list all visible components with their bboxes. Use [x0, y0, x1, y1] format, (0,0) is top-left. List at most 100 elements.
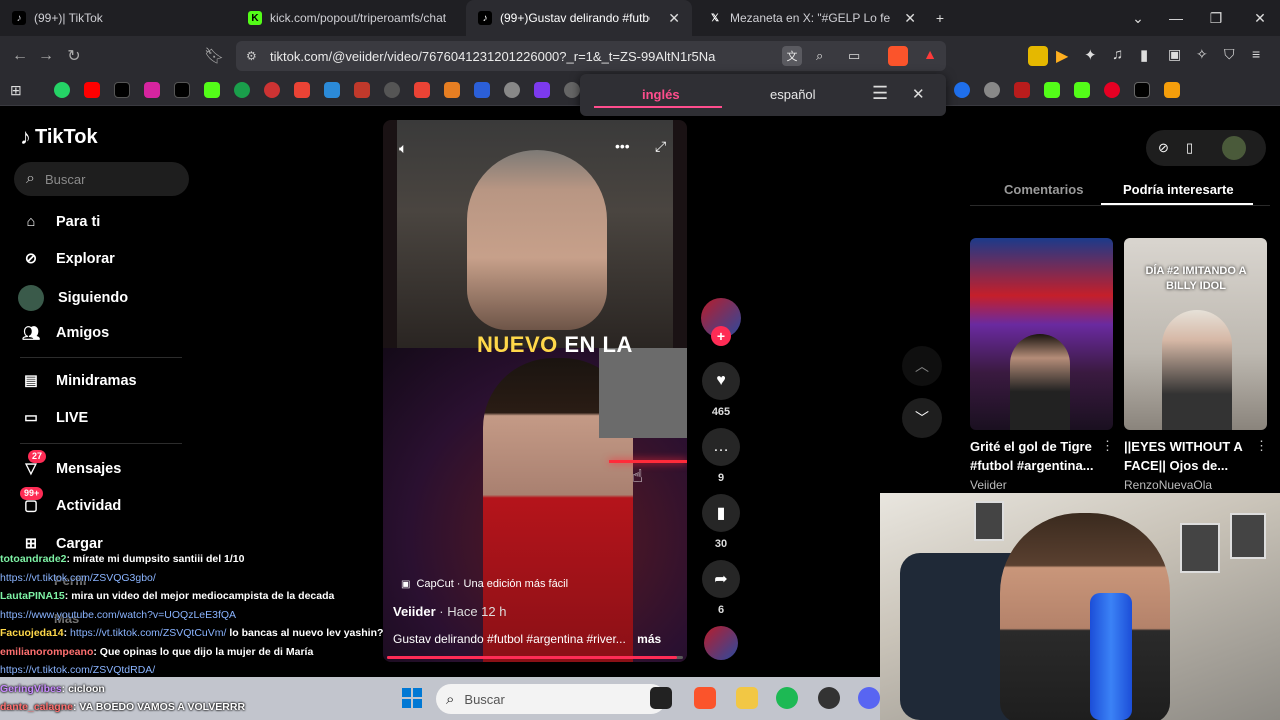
- taskbar-search-input[interactable]: ⌕ Buscar: [436, 684, 666, 714]
- instagram-icon[interactable]: [144, 82, 160, 98]
- save-button[interactable]: ▮ 30: [701, 494, 741, 550]
- menu-icon[interactable]: ≡: [1252, 46, 1272, 66]
- restore-button[interactable]: ❐: [1196, 0, 1236, 36]
- obs-icon[interactable]: [818, 687, 840, 709]
- discord-icon[interactable]: [858, 687, 880, 709]
- close-window-button[interactable]: ✕: [1240, 0, 1280, 36]
- reload-icon[interactable]: ↻: [62, 44, 86, 68]
- more-options-icon[interactable]: •••: [615, 138, 630, 154]
- zoom-icon[interactable]: ⌕: [816, 48, 823, 64]
- spotify-icon[interactable]: [776, 687, 798, 709]
- bookmark-icon[interactable]: [354, 82, 370, 98]
- translate-lang-target[interactable]: español: [770, 87, 816, 102]
- bookmark-icon[interactable]: [564, 82, 580, 98]
- cast-icon[interactable]: ▭: [848, 48, 860, 64]
- nav-item-siguiendo[interactable]: Siguiendo: [18, 285, 128, 311]
- capcut-tag[interactable]: ▣ CapCut · Una edición más fácil: [401, 578, 568, 590]
- fullscreen-icon[interactable]: ⤢: [655, 138, 666, 155]
- close-icon[interactable]: ✕: [912, 85, 925, 103]
- gmail-icon[interactable]: [414, 82, 430, 98]
- nav-item-mensajes[interactable]: ▽ 27 Mensajes: [20, 450, 121, 480]
- suggested-video-card[interactable]: DÍA #2 IMITANDO A BILLY IDOL: [1124, 238, 1267, 430]
- compass-icon[interactable]: ⊘: [1158, 140, 1169, 156]
- tab-kick-chat[interactable]: K kick.com/popout/triperoamfs/chat: [236, 0, 464, 36]
- music-icon[interactable]: ♫: [1112, 46, 1132, 66]
- whatsapp-icon[interactable]: [54, 82, 70, 98]
- suggested-video-card[interactable]: [970, 238, 1113, 430]
- forward-arrow-icon[interactable]: →: [34, 44, 58, 68]
- tab-tiktok[interactable]: ♪ (99+)| TikTok: [0, 0, 236, 36]
- share-button[interactable]: ➦ 6: [701, 560, 741, 616]
- translate-menu-icon[interactable]: ☰: [872, 83, 888, 104]
- profile-avatar[interactable]: [1222, 136, 1246, 160]
- bookmark-icon[interactable]: 🔖︎: [202, 44, 226, 68]
- bookmark-icon[interactable]: [534, 82, 550, 98]
- bookmark-icon[interactable]: [444, 82, 460, 98]
- like-button[interactable]: ♥ 465: [701, 362, 741, 418]
- card-author[interactable]: RenzoNuevaOla: [1124, 478, 1212, 492]
- site-info-icon[interactable]: ⚙: [246, 49, 257, 63]
- tab-podria-interesarte[interactable]: Podría interesarte: [1123, 182, 1234, 197]
- translate-lang-source[interactable]: inglés: [642, 87, 680, 102]
- tab-list-chevron-icon[interactable]: ⌄: [1118, 0, 1158, 36]
- sidebar-icon[interactable]: ▮: [1140, 46, 1160, 66]
- nav-item-explorar[interactable]: ⊘ Explorar: [20, 248, 115, 270]
- card-title[interactable]: Grité el gol de Tigre #futbol #argentina…: [970, 437, 1100, 475]
- search-input[interactable]: ⌕ Buscar: [14, 162, 189, 196]
- translate-icon[interactable]: 文: [782, 46, 802, 66]
- comment-button[interactable]: … 9: [701, 428, 741, 484]
- youtube-icon[interactable]: [84, 82, 100, 98]
- extension-ticket-icon[interactable]: [1028, 46, 1048, 66]
- next-video-button[interactable]: ﹀: [902, 398, 942, 438]
- author-avatar-button[interactable]: +: [701, 298, 741, 346]
- brave-shield-icon[interactable]: [888, 46, 908, 66]
- extensions-puzzle-icon[interactable]: ✦: [1084, 46, 1104, 66]
- wallet-icon[interactable]: ▣: [1168, 46, 1188, 66]
- bookmark-icon[interactable]: [474, 82, 490, 98]
- bookmark-icon[interactable]: [1014, 82, 1030, 98]
- kick-icon[interactable]: [1074, 82, 1090, 98]
- close-tab-icon[interactable]: ✕: [904, 10, 916, 27]
- x-icon[interactable]: [174, 82, 190, 98]
- bookmark-icon[interactable]: [234, 82, 250, 98]
- play-extension-icon[interactable]: ▶: [1056, 46, 1076, 66]
- url-field[interactable]: ⚙ tiktok.com/@veiider/video/767604123120…: [236, 41, 946, 71]
- vpn-shield-icon[interactable]: ⛉: [1224, 46, 1244, 66]
- pinterest-icon[interactable]: [1104, 82, 1120, 98]
- nav-item-amigos[interactable]: 👥︎ Amigos: [20, 322, 109, 344]
- leo-ai-icon[interactable]: ✧: [1196, 46, 1216, 66]
- volume-icon[interactable]: 🔈︎: [399, 140, 407, 157]
- minimize-button[interactable]: —: [1156, 0, 1196, 36]
- follow-plus-icon[interactable]: +: [711, 326, 731, 346]
- brave-browser-icon[interactable]: [694, 687, 716, 709]
- apps-grid-icon[interactable]: ⊞: [10, 82, 26, 98]
- back-arrow-icon[interactable]: ←: [8, 44, 32, 68]
- video-progress-bar[interactable]: [387, 656, 683, 659]
- kick-icon[interactable]: [204, 82, 220, 98]
- bookmark-icon[interactable]: [984, 82, 1000, 98]
- video-player[interactable]: NUEVO EN LA 🔈︎ ••• ⤢ ▣ CapCut · Una edic…: [383, 120, 687, 662]
- more-options-icon[interactable]: ⋮: [1255, 438, 1268, 454]
- device-icon[interactable]: ▯: [1186, 140, 1193, 156]
- nav-item-para-ti[interactable]: ⌂ Para ti: [20, 211, 101, 233]
- brave-rewards-icon[interactable]: ▲: [920, 46, 940, 66]
- bookmark-icon[interactable]: [324, 82, 340, 98]
- card-author[interactable]: Veiider: [970, 478, 1007, 492]
- tab-x-post[interactable]: 𝕏 Mezaneta en X: "#GELP Lo feliz que t ✕: [696, 0, 928, 36]
- card-title[interactable]: ||EYES WITHOUT A FACE|| Ojos de...: [1124, 437, 1254, 475]
- tiktok-icon[interactable]: [114, 82, 130, 98]
- bookmark-icon[interactable]: [1164, 82, 1180, 98]
- new-tab-button[interactable]: +: [920, 0, 960, 36]
- bookmark-icon[interactable]: [504, 82, 520, 98]
- task-view-icon[interactable]: [650, 687, 672, 709]
- bookmark-icon[interactable]: [264, 82, 280, 98]
- nav-item-live[interactable]: ▭ LIVE: [20, 407, 88, 429]
- previous-video-button[interactable]: ︿: [902, 346, 942, 386]
- nav-item-minidramas[interactable]: ▤ Minidramas: [20, 370, 136, 392]
- kick-icon[interactable]: [1044, 82, 1060, 98]
- file-explorer-icon[interactable]: [736, 687, 758, 709]
- tab-comentarios[interactable]: Comentarios: [1004, 182, 1083, 197]
- bookmark-icon[interactable]: [1134, 82, 1150, 98]
- more-link[interactable]: más: [637, 632, 661, 646]
- bookmark-icon[interactable]: [384, 82, 400, 98]
